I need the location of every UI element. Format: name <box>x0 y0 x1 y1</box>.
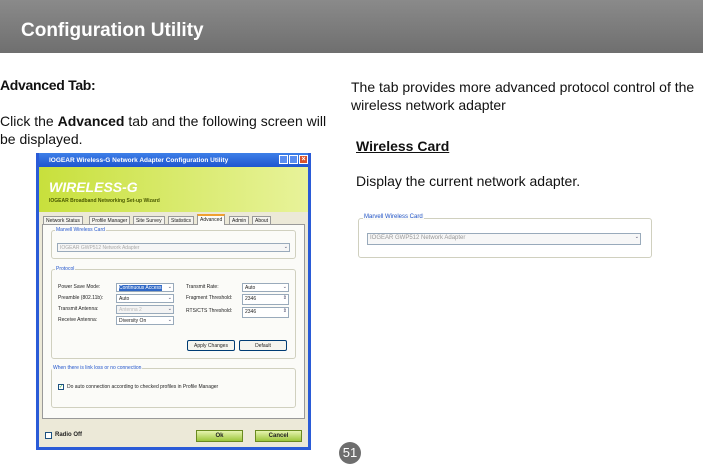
radio-off-checkbox[interactable] <box>45 432 52 439</box>
intro-bold: Advanced <box>57 113 125 129</box>
spin-arrows-icon[interactable]: ⇕ <box>283 295 287 301</box>
preamble-select[interactable]: Auto ⌄ <box>116 294 174 303</box>
card-legend: Marvell Wireless Card <box>55 227 106 233</box>
close-icon[interactable]: × <box>299 155 308 164</box>
page-number: 51 <box>339 442 361 464</box>
rx-antenna-label: Receive Antenna: <box>58 317 98 323</box>
brand-logo: WIRELESS-G <box>49 179 138 195</box>
auto-connect-label: Do auto connection according to checked … <box>67 384 219 390</box>
intro-pre: Click the <box>0 113 58 129</box>
section-heading: Advanced Tab: <box>0 77 96 93</box>
power-save-value: Continuous Access <box>119 285 162 291</box>
power-save-select[interactable]: Continuous Access ⌄ <box>116 283 174 292</box>
tx-rate-label: Transmit Rate: <box>186 284 219 290</box>
wireless-card-title: Wireless Card <box>356 138 450 154</box>
right-description: The tab provides more advanced protocol … <box>351 79 695 113</box>
preamble-label: Preamble (802.11b): <box>58 295 104 301</box>
frag-value: 2346 <box>245 296 257 302</box>
tab-advanced[interactable]: Advanced <box>197 214 226 225</box>
chevron-down-icon: ⌄ <box>167 317 172 323</box>
adapter-value: IOGEAR GWP512 Network Adapter <box>60 245 140 251</box>
adapter-select[interactable]: IOGEAR GWP512 Network Adapter ⌄ <box>57 243 290 252</box>
brand-subtitle: IOGEAR Broadband Networking Set-up Wizar… <box>49 198 160 204</box>
wireless-card-desc: Display the current network adapter. <box>356 173 581 189</box>
chevron-down-icon: ⌄ <box>283 244 288 250</box>
card-snippet-select[interactable]: IOGEAR GWP512 Network Adapter ⌄ <box>367 233 641 245</box>
link-loss-group: When there is link loss or no connection… <box>51 365 296 408</box>
frag-label: Fragment Threshold: <box>186 295 233 301</box>
card-snippet-legend: Marvell Wireless Card <box>363 214 424 220</box>
link-loss-legend: When there is link loss or no connection <box>52 365 143 371</box>
card-group: Marvell Wireless Card IOGEAR GWP512 Netw… <box>51 227 296 259</box>
ok-button[interactable]: Ok <box>196 430 243 442</box>
page-header-title: Configuration Utility <box>21 20 204 41</box>
protocol-legend: Protocol <box>55 266 76 272</box>
power-save-label: Power Save Mode: <box>58 284 101 290</box>
tx-antenna-select[interactable]: Antenna 2 ⌄ <box>116 305 174 314</box>
page-header: Configuration Utility <box>0 0 703 53</box>
advanced-panel: Marvell Wireless Card IOGEAR GWP512 Netw… <box>42 224 305 419</box>
chevron-down-icon: ⌄ <box>282 284 287 290</box>
brand-banner: WIRELESS-G IOGEAR Broadband Networking S… <box>39 167 308 212</box>
rts-label: RTS/CTS Threshold: <box>186 308 233 314</box>
spin-arrows-icon[interactable]: ⇕ <box>283 308 287 314</box>
rts-stepper[interactable]: 2346 ⇕ <box>242 307 289 318</box>
chevron-down-icon: ⌄ <box>167 306 172 312</box>
radio-off-label: Radio Off <box>55 432 82 438</box>
protocol-group: Protocol Power Save Mode: Continuous Acc… <box>51 266 296 359</box>
auto-connect-checkbox[interactable]: ✓ <box>58 384 64 390</box>
default-button[interactable]: Default <box>239 340 287 351</box>
chevron-down-icon: ⌄ <box>167 295 172 301</box>
tx-rate-select[interactable]: Auto ⌄ <box>242 283 289 292</box>
tx-antenna-label: Transmit Antenna: <box>58 306 99 312</box>
chevron-down-icon: ⌄ <box>167 284 172 290</box>
maximize-icon[interactable] <box>289 155 298 164</box>
intro-text: Click the Advanced tab and the following… <box>0 112 340 148</box>
rts-value: 2346 <box>245 309 257 315</box>
card-snippet: Marvell Wireless Card IOGEAR GWP512 Netw… <box>358 214 652 258</box>
rx-antenna-value: Diversity On <box>119 318 147 324</box>
minimize-icon[interactable] <box>279 155 288 164</box>
cancel-button[interactable]: Cancel <box>255 430 302 442</box>
tx-rate-value: Auto <box>245 285 256 291</box>
chevron-down-icon: ⌄ <box>634 234 639 240</box>
config-utility-window: IOGEAR Wireless-G Network Adapter Config… <box>36 153 311 450</box>
window-title: IOGEAR Wireless-G Network Adapter Config… <box>49 157 229 164</box>
rx-antenna-select[interactable]: Diversity On ⌄ <box>116 316 174 325</box>
preamble-value: Auto <box>119 296 130 302</box>
card-snippet-value: IOGEAR GWP512 Network Adapter <box>370 235 466 241</box>
frag-stepper[interactable]: 2346 ⇕ <box>242 294 289 305</box>
tx-antenna-value: Antenna 2 <box>119 307 142 313</box>
apply-changes-button[interactable]: Apply Changes <box>187 340 235 351</box>
window-titlebar: IOGEAR Wireless-G Network Adapter Config… <box>39 153 308 167</box>
